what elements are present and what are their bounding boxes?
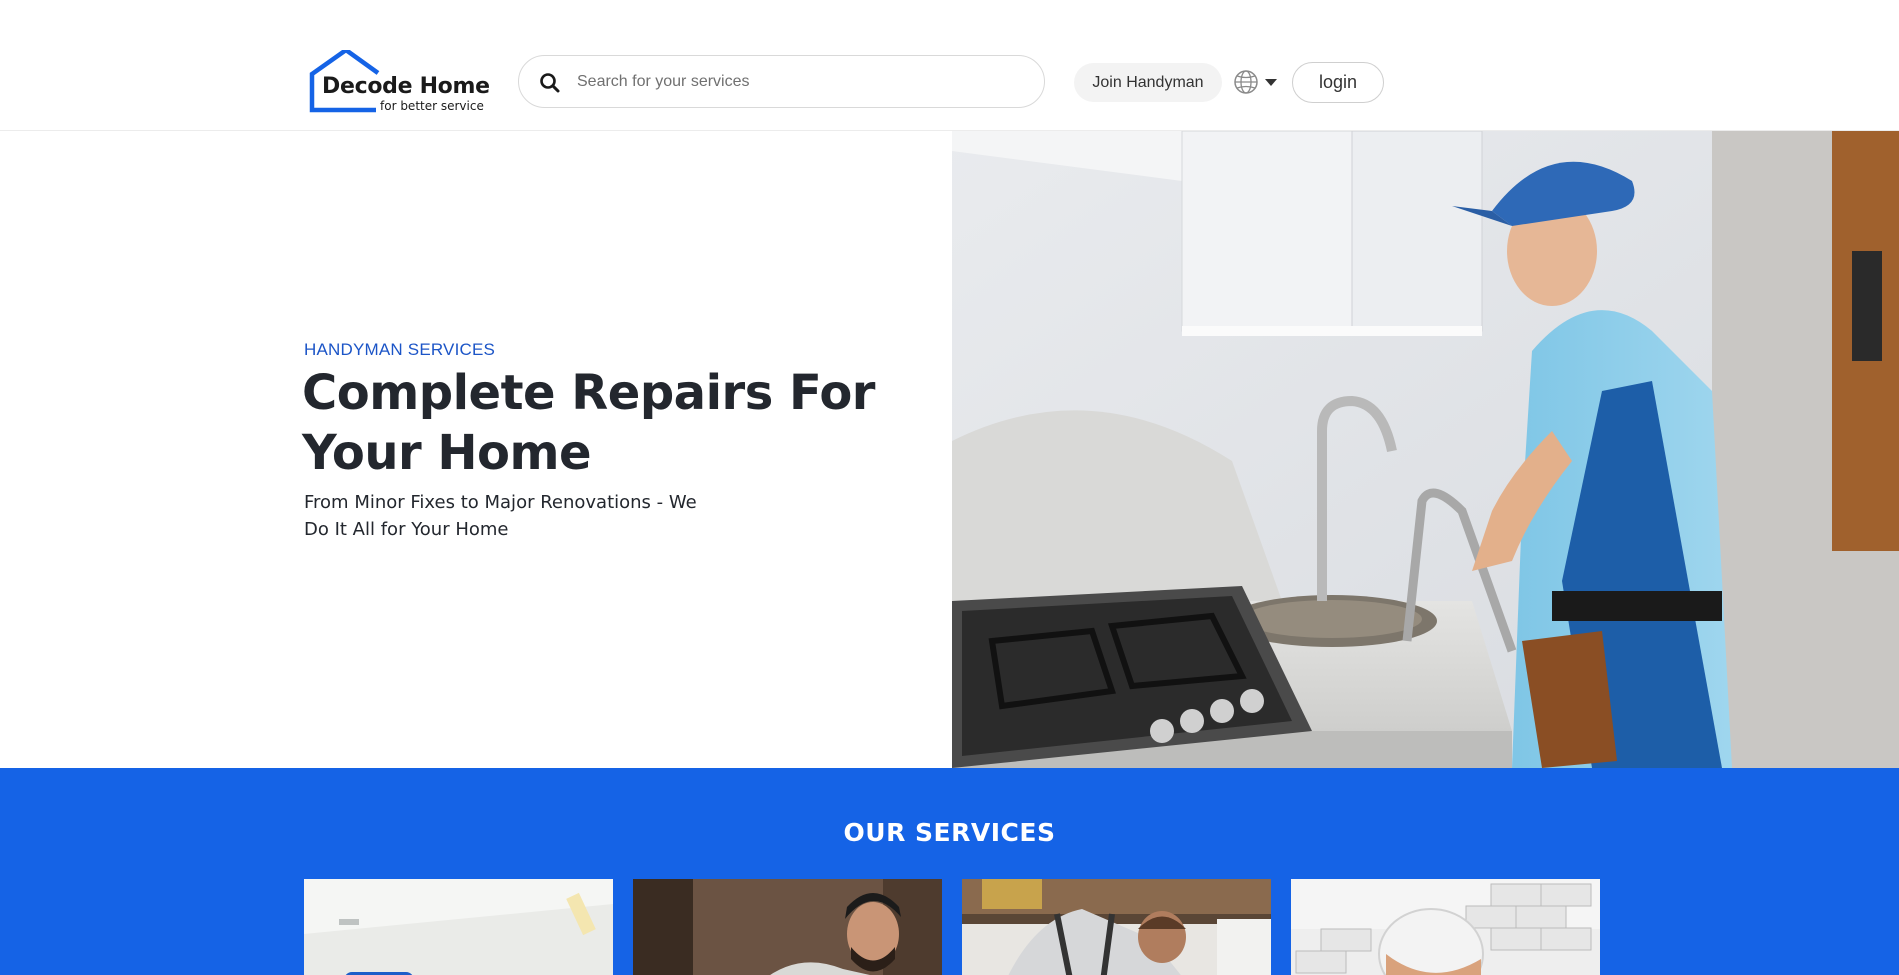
wall-painting-photo <box>304 879 613 975</box>
brand-logo[interactable]: Decode Home for better service <box>302 50 492 115</box>
globe-icon <box>1234 70 1258 94</box>
search-input[interactable] <box>577 69 1017 95</box>
services-title: OUR SERVICES <box>843 818 1056 847</box>
hero-image <box>952 131 1899 768</box>
hero-section: HANDYMAN SERVICES Complete Repairs For Y… <box>0 131 1899 768</box>
service-card-tiling[interactable] <box>1291 879 1600 975</box>
hero-eyebrow: HANDYMAN SERVICES <box>304 340 496 359</box>
hero-subtitle: From Minor Fixes to Major Renovations - … <box>304 492 697 540</box>
handyman-kitchen-photo <box>952 131 1899 768</box>
brand-name: Decode Home <box>322 74 490 99</box>
login-button[interactable]: login <box>1292 62 1384 103</box>
carpenter-woodwork-photo <box>633 879 942 975</box>
tile-worker-helmet-photo <box>1291 879 1600 975</box>
site-header: Decode Home for better service Join Hand… <box>0 0 1899 131</box>
service-card-painting[interactable] <box>304 879 613 975</box>
caret-down-icon <box>1265 79 1277 86</box>
plumber-under-sink-photo <box>962 879 1271 975</box>
service-card-plumbing[interactable] <box>962 879 1271 975</box>
brand-tagline: for better service <box>380 99 484 113</box>
services-section: OUR SERVICES <box>0 768 1899 975</box>
service-card-carpentry[interactable] <box>633 879 942 975</box>
hero-text-panel: HANDYMAN SERVICES Complete Repairs For Y… <box>0 131 952 768</box>
search-bar[interactable] <box>518 55 1045 108</box>
hero-title: Complete Repairs For Your Home <box>302 365 875 481</box>
join-handyman-button[interactable]: Join Handyman <box>1074 63 1222 102</box>
search-icon[interactable] <box>539 72 561 94</box>
language-selector[interactable] <box>1233 68 1283 96</box>
